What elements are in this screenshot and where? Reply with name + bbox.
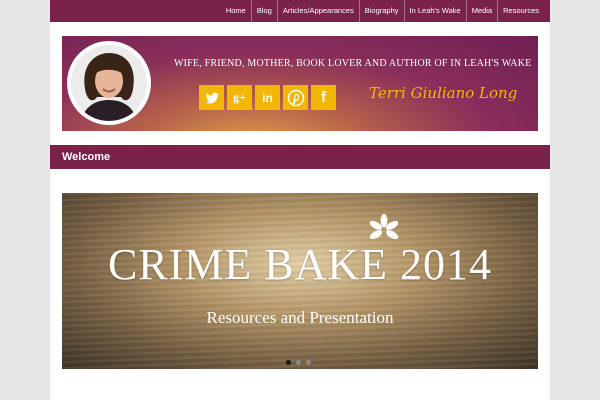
hero-slider[interactable]: CRIME BAKE 2014 Resources and Presentati… (62, 193, 538, 369)
slider-pagination (286, 360, 311, 365)
author-photo (71, 45, 147, 121)
nav-item-home[interactable]: Home (221, 0, 251, 22)
facebook-icon[interactable]: f (311, 85, 336, 110)
nav-item-biography[interactable]: Biography (358, 0, 404, 22)
nav-item-resources[interactable]: Resources (497, 0, 544, 22)
linkedin-icon[interactable]: in (255, 85, 280, 110)
slide-subtitle: Resources and Presentation (206, 308, 394, 327)
author-signature: Terri Giuliano Long (369, 84, 518, 102)
slide-title: CRIME BAKE 2014 (107, 240, 493, 289)
author-avatar (67, 41, 151, 125)
twitter-icon[interactable] (199, 85, 224, 110)
header-tagline: WIFE, FRIEND, MOTHER, BOOK LOVER AND AUT… (174, 58, 532, 69)
nav-item-in-leahs-wake[interactable]: In Leah's Wake (403, 0, 466, 22)
author-portrait-image (71, 45, 147, 121)
nav-item-media[interactable]: Media (465, 0, 497, 22)
pinterest-icon[interactable] (283, 85, 308, 110)
page: Home Blog Articles/Appearances Biography… (50, 0, 550, 400)
slider-dot-3[interactable] (306, 360, 311, 365)
header-banner: WIFE, FRIEND, MOTHER, BOOK LOVER AND AUT… (62, 36, 538, 131)
linkedin-glyph: in (262, 90, 273, 105)
nav-item-articles-appearances[interactable]: Articles/Appearances (276, 0, 359, 22)
facebook-glyph: f (321, 89, 326, 106)
google-plus-icon[interactable]: g+ (227, 85, 252, 110)
google-plus-glyph: g+ (233, 90, 246, 104)
social-links: g+ in f (199, 85, 336, 110)
slider-dot-1[interactable] (286, 360, 291, 365)
nav-item-blog[interactable]: Blog (250, 0, 277, 22)
welcome-heading: Welcome (50, 145, 550, 169)
top-navigation: Home Blog Articles/Appearances Biography… (50, 0, 550, 22)
slider-dot-2[interactable] (296, 360, 301, 365)
